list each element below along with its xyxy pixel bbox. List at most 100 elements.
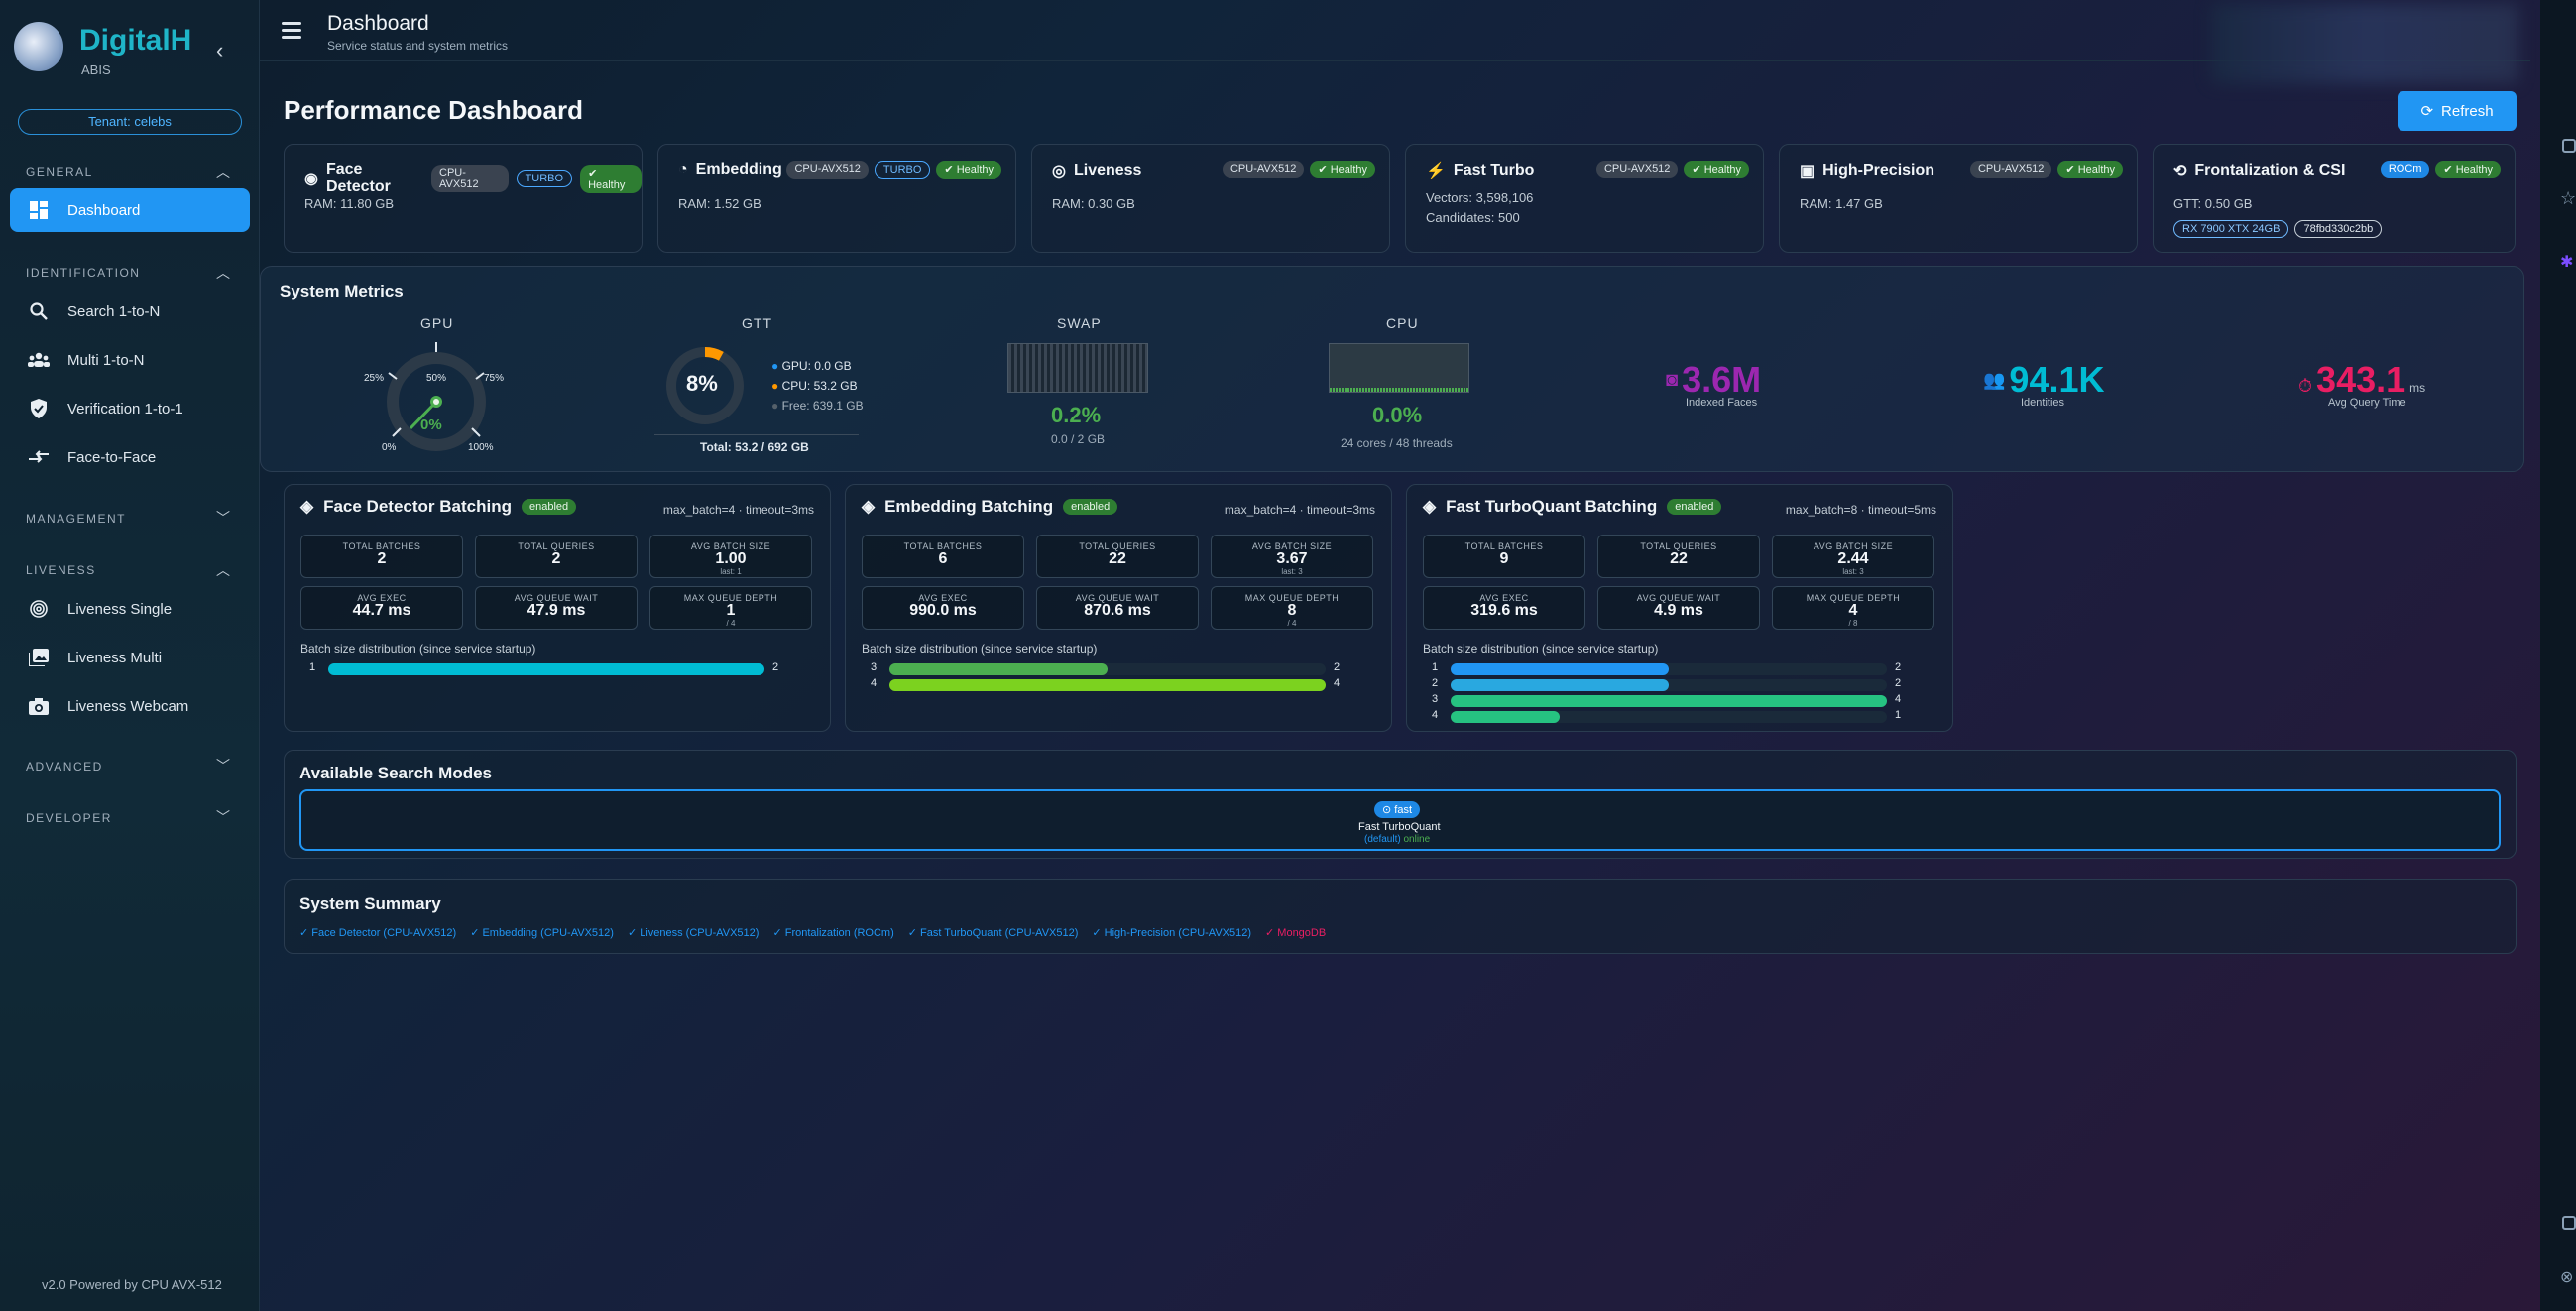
metric-cell: MAX QUEUE DEPTH 8 / 4 bbox=[1211, 586, 1373, 630]
batching-config: max_batch=4 · timeout=3ms bbox=[1224, 503, 1375, 517]
sidebar-item-label: Liveness Single bbox=[67, 600, 173, 618]
metric-cell: MAX QUEUE DEPTH 4 / 8 bbox=[1772, 586, 1934, 630]
divider bbox=[654, 434, 859, 435]
chevron-up-icon[interactable]: ︿ bbox=[216, 560, 230, 580]
close-icon[interactable]: ⊗ bbox=[2560, 1267, 2573, 1287]
section-management[interactable]: MANAGEMENT bbox=[26, 512, 126, 526]
section-liveness[interactable]: LIVENESS bbox=[26, 563, 96, 577]
batching-config: max_batch=4 · timeout=3ms bbox=[662, 503, 814, 517]
identities-value: 94.1K bbox=[2009, 359, 2105, 400]
gtt-cpu-legend: ● CPU: 53.2 GB bbox=[771, 379, 858, 393]
panel-icon[interactable] bbox=[2562, 139, 2576, 153]
bolt-icon: ⚡ bbox=[1426, 163, 1446, 179]
service-card-frontalization: ⟲ Frontalization & CSI ROCm ✔ Healthy GTT:… bbox=[2153, 144, 2516, 253]
container-tag: 78fbd330c2bb bbox=[2294, 220, 2383, 238]
summary-item: ✓ MongoDB bbox=[1265, 927, 1327, 939]
sidebar-item-verification[interactable]: Verification 1-to-1 bbox=[10, 387, 250, 430]
batching-panel: ◈ Fast TurboQuant Batching enabled max_batc… bbox=[1406, 484, 1953, 732]
summary-item: ✓ Face Detector (CPU-AVX512) bbox=[299, 927, 457, 939]
layers-icon: ◈ bbox=[1423, 497, 1437, 516]
distribution-bar bbox=[328, 663, 764, 675]
service-detail: RAM: 1.52 GB bbox=[678, 196, 761, 211]
batching-title: ◈ Fast TurboQuant Batching enabled bbox=[1423, 497, 1722, 517]
metric-cell: AVG EXEC 319.6 ms bbox=[1423, 586, 1585, 630]
refresh-label: Refresh bbox=[2441, 102, 2494, 120]
sidebar-item-liveness-webcam[interactable]: Liveness Webcam bbox=[10, 684, 250, 728]
brand-name: DigitalH bbox=[79, 24, 192, 57]
gtt-free-legend: ● Free: 639.1 GB bbox=[771, 399, 864, 413]
sidebar-item-liveness-single[interactable]: Liveness Single bbox=[10, 587, 250, 631]
service-card-embedding: ◔ Embedding CPU-AVX512 TURBO ✔ Healthy RAM:… bbox=[657, 144, 1016, 253]
gtt-value: 8% bbox=[686, 371, 718, 396]
section-identification[interactable]: IDENTIFICATION bbox=[26, 266, 140, 280]
sidebar-item-label: Liveness Webcam bbox=[67, 697, 189, 715]
service-name: Embedding bbox=[695, 161, 782, 178]
service-card-liveness: ◎ Liveness CPU-AVX512 ✔ Healthy RAM: 0.30 … bbox=[1031, 144, 1390, 253]
menu-icon[interactable] bbox=[282, 22, 301, 40]
enabled-badge: enabled bbox=[1667, 499, 1722, 515]
chevron-down-icon[interactable]: ﹀ bbox=[216, 807, 230, 827]
summary-list: ✓ Face Detector (CPU-AVX512) ✓ Embedding … bbox=[299, 926, 1326, 939]
camera-icon bbox=[28, 695, 50, 717]
people-icon: 👥 bbox=[1983, 369, 2006, 390]
sidebar-item-label: Search 1-to-N bbox=[67, 302, 161, 320]
star-icon[interactable]: ☆ bbox=[2560, 188, 2576, 209]
panel-icon[interactable] bbox=[2562, 1216, 2576, 1230]
sidebar-item-liveness-multi[interactable]: Liveness Multi bbox=[10, 636, 250, 679]
indexed-faces-stat: ◙ 3.6M bbox=[1666, 359, 1761, 401]
chevron-up-icon[interactable]: ︿ bbox=[216, 162, 230, 181]
gauge-tick: 75% bbox=[484, 373, 505, 384]
sidebar-item-multi[interactable]: Multi 1-to-N bbox=[10, 338, 250, 382]
service-detail: GTT: 0.50 GB bbox=[2173, 196, 2253, 211]
cpu-value: 0.0% bbox=[1372, 403, 1423, 427]
chevron-up-icon[interactable]: ︿ bbox=[216, 263, 230, 283]
compare-arrows-icon bbox=[28, 446, 50, 468]
badge-turbo: TURBO bbox=[874, 161, 931, 179]
service-card-fast-turbo: ⚡ Fast Turbo CPU-AVX512 ✔ Healthy Vectors:… bbox=[1405, 144, 1764, 253]
query-time-stat: ⏱ 343.1 ms bbox=[2298, 359, 2425, 401]
sidebar-item-face-to-face[interactable]: Face-to-Face bbox=[10, 435, 250, 479]
gpu-tag: RX 7900 XTX 24GB bbox=[2173, 220, 2289, 238]
summary-item: ✓ High-Precision (CPU-AVX512) bbox=[1092, 927, 1252, 939]
identities-label: Identities bbox=[2021, 397, 2065, 409]
status-badge: ✔ Healthy bbox=[1684, 161, 1749, 178]
section-developer[interactable]: DEVELOPER bbox=[26, 811, 112, 825]
batching-title: ◈ Embedding Batching enabled bbox=[862, 497, 1118, 517]
brand-logo bbox=[14, 22, 63, 71]
gtt-total: Total: 53.2 / 692 GB bbox=[700, 440, 809, 454]
chevron-down-icon[interactable]: ﹀ bbox=[216, 508, 230, 528]
sidebar-item-dashboard[interactable]: Dashboard bbox=[10, 188, 250, 232]
chevron-down-icon[interactable]: ﹀ bbox=[216, 756, 230, 775]
rotate-icon: ⟲ bbox=[2173, 163, 2187, 179]
metric-cell: AVG QUEUE WAIT 870.6 ms bbox=[1036, 586, 1199, 630]
collapse-sidebar-icon[interactable]: ‹ bbox=[216, 38, 223, 63]
section-advanced[interactable]: ADVANCED bbox=[26, 760, 103, 774]
badge: CPU-AVX512 bbox=[786, 161, 869, 179]
hd-icon: ▣ bbox=[1800, 163, 1815, 179]
distribution-bar bbox=[889, 663, 1108, 675]
gauge-tick: 50% bbox=[426, 373, 447, 384]
gauge-tick: 25% bbox=[364, 373, 385, 384]
sidebar-item-search[interactable]: Search 1-to-N bbox=[10, 290, 250, 333]
metric-cell: TOTAL QUERIES 2 bbox=[475, 535, 638, 578]
service-name: Fast Turbo bbox=[1453, 162, 1535, 179]
refresh-button[interactable]: ⟳ Refresh bbox=[2398, 91, 2517, 131]
service-detail: RAM: 1.47 GB bbox=[1800, 196, 1883, 211]
search-modes-title: Available Search Modes bbox=[299, 764, 493, 782]
summary-item: ✓ Liveness (CPU-AVX512) bbox=[627, 927, 760, 939]
distribution-row: 1 2 bbox=[308, 661, 779, 675]
section-general[interactable]: GENERAL bbox=[26, 165, 93, 179]
metric-cell: TOTAL BATCHES 9 bbox=[1423, 535, 1585, 578]
batching-config: max_batch=8 · timeout=5ms bbox=[1785, 503, 1936, 517]
service-detail: RAM: 0.30 GB bbox=[1052, 196, 1135, 211]
sidebar-item-label: Face-to-Face bbox=[67, 448, 157, 466]
layers-icon: ◈ bbox=[300, 497, 314, 516]
extension-icon[interactable]: ✱ bbox=[2560, 252, 2573, 272]
gpu-label: GPU bbox=[420, 315, 454, 331]
batching-title: ◈ Face Detector Batching enabled bbox=[300, 497, 577, 517]
metric-cell: AVG BATCH SIZE 3.67 last: 3 bbox=[1211, 535, 1373, 578]
search-icon bbox=[28, 300, 50, 322]
fingerprint-icon: ◎ bbox=[1052, 163, 1066, 179]
tenant-selector[interactable]: Tenant: celebs bbox=[18, 109, 242, 135]
gauge-tick: 0% bbox=[382, 442, 397, 453]
